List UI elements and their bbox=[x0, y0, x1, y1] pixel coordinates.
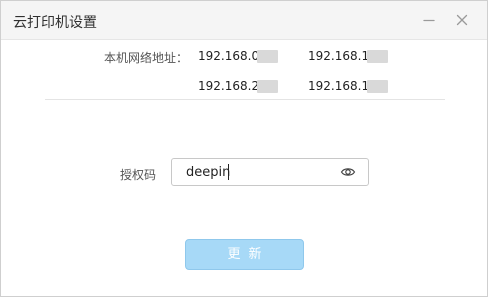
ip-address-1: 192.168.0. bbox=[198, 49, 263, 63]
text-caret bbox=[228, 164, 229, 180]
ip-redaction-3 bbox=[257, 80, 278, 93]
minimize-icon bbox=[423, 19, 435, 22]
ip-redaction-1 bbox=[257, 50, 278, 63]
auth-code-input[interactable]: deepin bbox=[171, 158, 369, 186]
close-icon bbox=[456, 14, 468, 26]
ip-address-2: 192.168.1. bbox=[308, 49, 373, 63]
window-title: 云打印机设置 bbox=[13, 15, 97, 31]
auth-code-value[interactable]: deepin bbox=[186, 165, 230, 180]
ip-redaction-2 bbox=[367, 50, 388, 63]
eye-icon-svg bbox=[340, 168, 356, 176]
local-network-address-label: 本机网络地址： bbox=[104, 51, 189, 65]
update-button[interactable]: 更新 bbox=[185, 239, 304, 270]
cloud-printer-settings-window: 云打印机设置 本机网络地址： 192.168.0. 192.168.1. 192… bbox=[0, 0, 488, 297]
section-divider bbox=[45, 99, 445, 100]
auth-code-label: 授权码 bbox=[120, 168, 157, 182]
ip-redaction-4 bbox=[367, 80, 388, 93]
eye-icon[interactable] bbox=[340, 165, 356, 179]
title-bar[interactable]: 云打印机设置 bbox=[1, 1, 487, 40]
minimize-button[interactable] bbox=[418, 9, 440, 31]
settings-panel: 本机网络地址： 192.168.0. 192.168.1. 192.168.22… bbox=[1, 40, 487, 296]
close-button[interactable] bbox=[451, 9, 473, 31]
